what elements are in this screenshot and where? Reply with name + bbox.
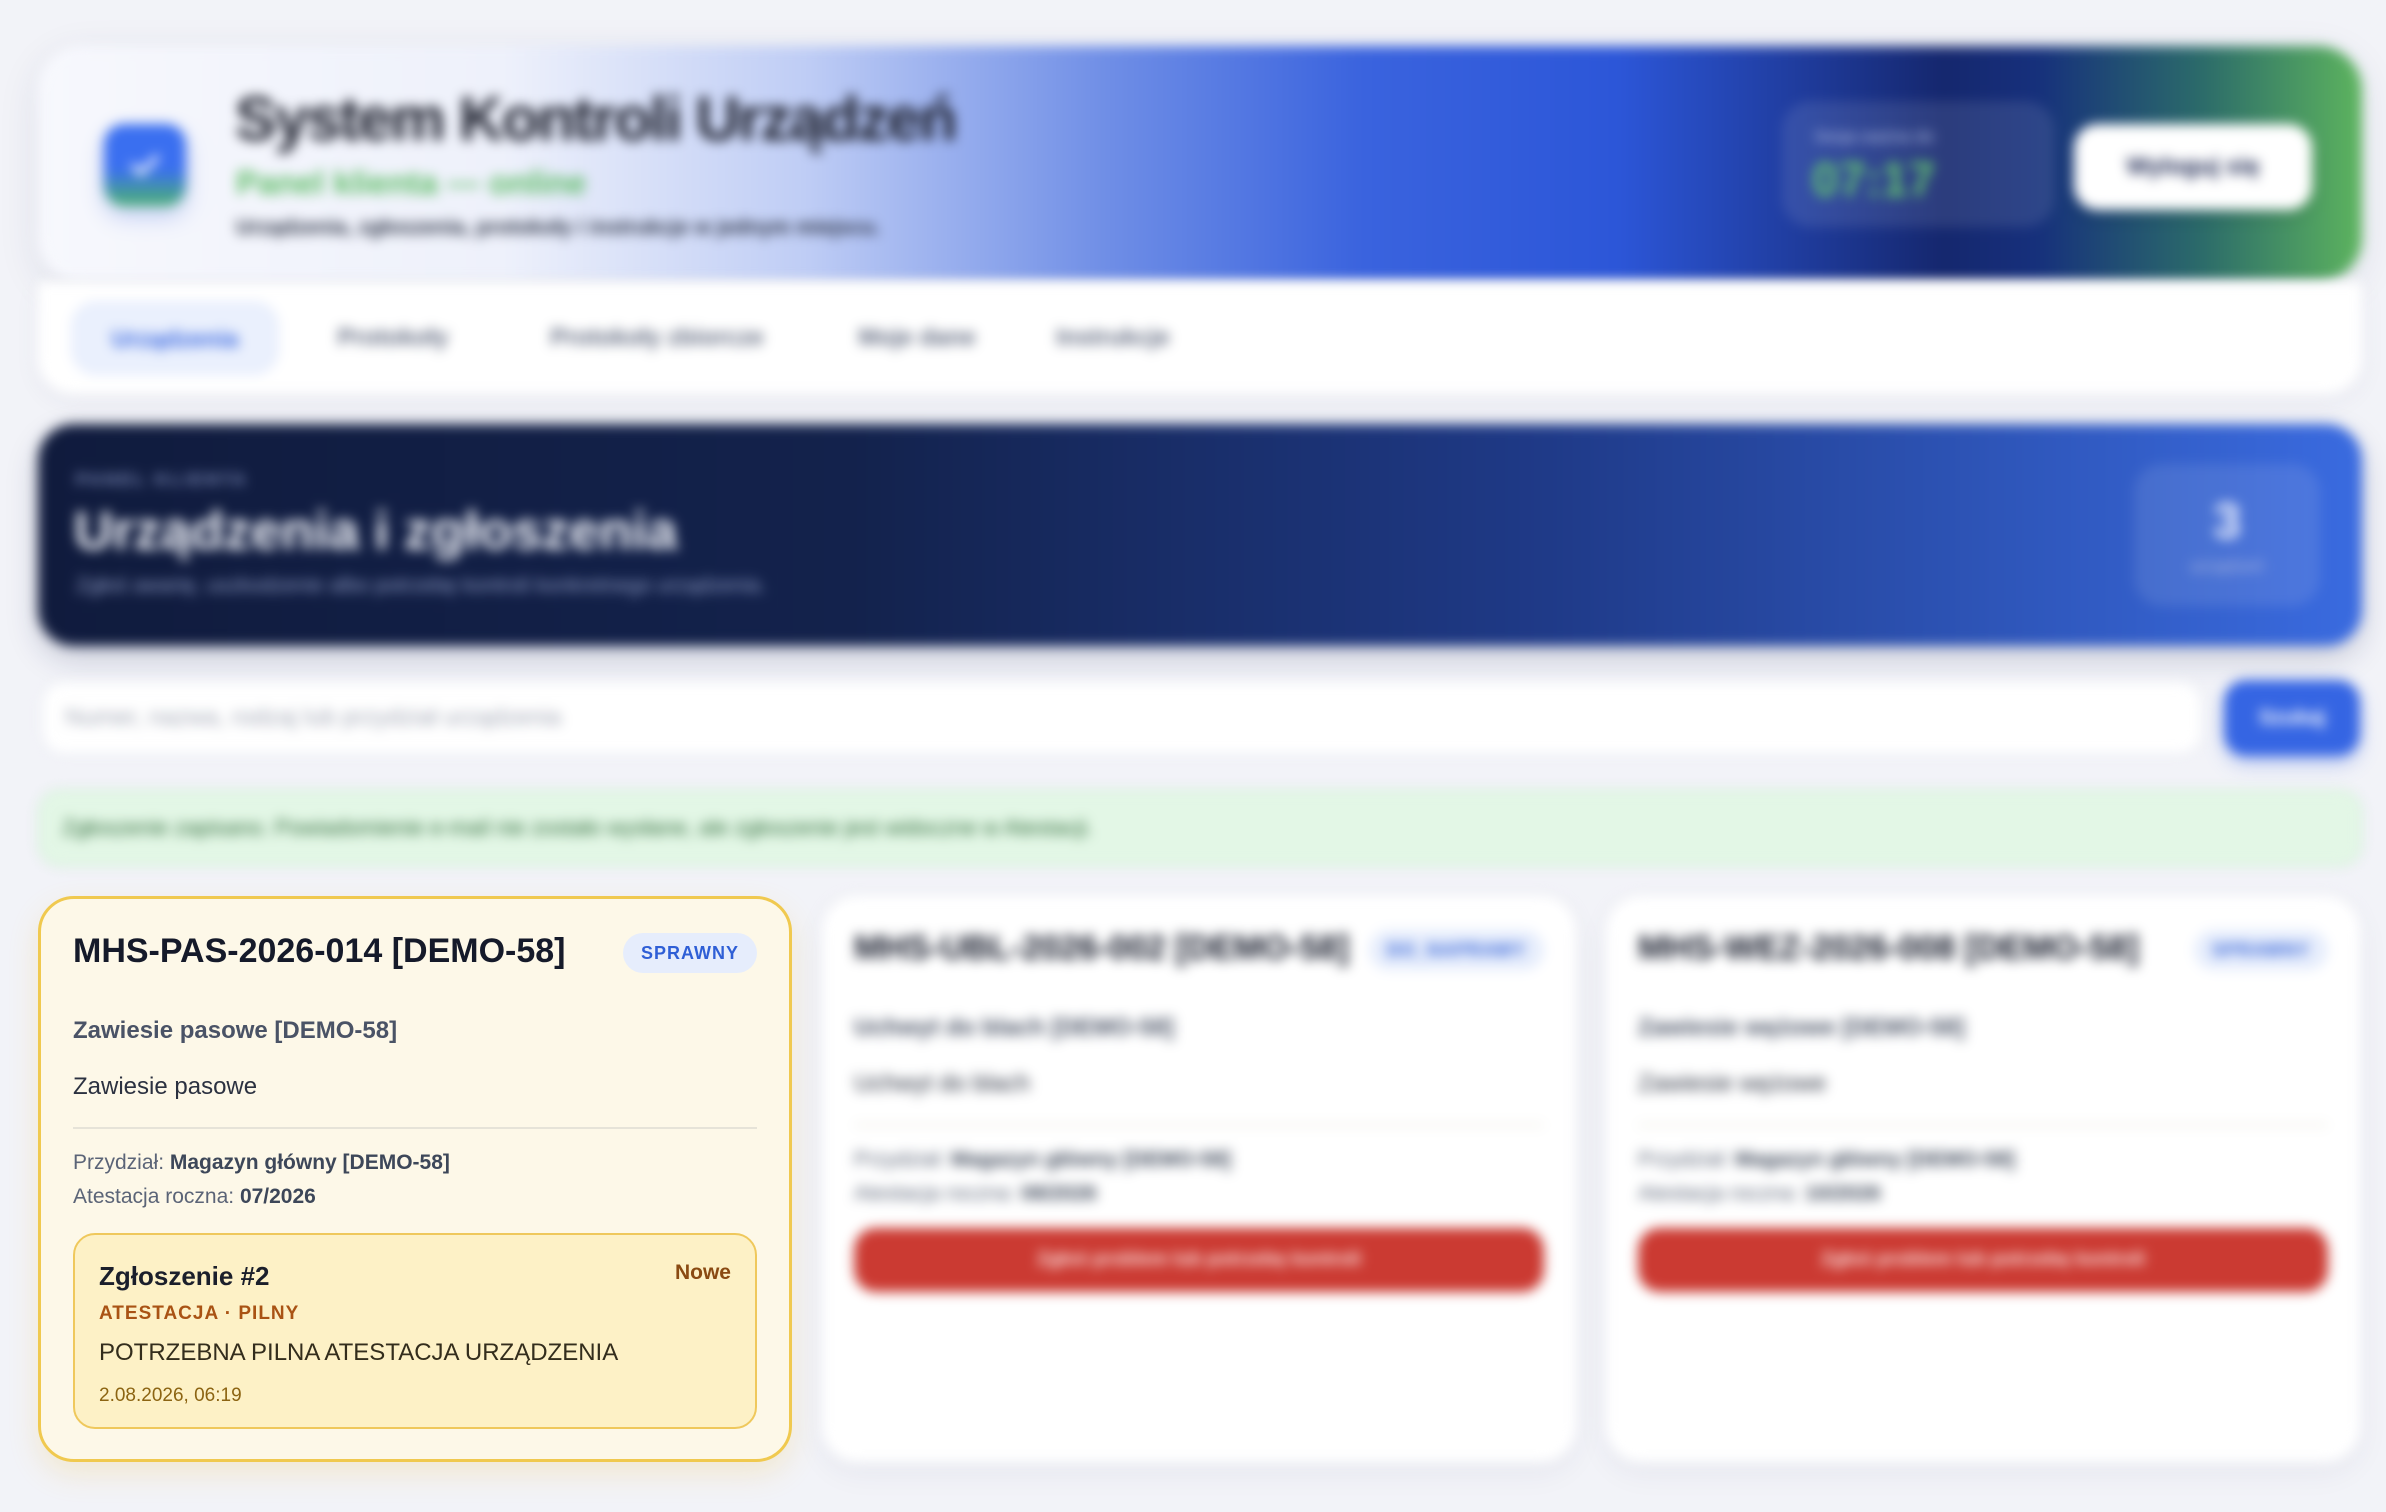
assignment-row: Przydział: Magazyn główny [DEMO-58] bbox=[1638, 1148, 2015, 1172]
device-count-box: 3 urządzeń bbox=[2134, 464, 2320, 606]
device-count: 3 bbox=[2213, 493, 2241, 549]
ticket-tag: ATESTACJA · PILNY bbox=[99, 1303, 300, 1324]
attestation-row: Atestacja roczna: 07/2026 bbox=[73, 1185, 316, 1209]
ticket-description: POTRZEBNA PILNA ATESTACJA URZĄDZENIA bbox=[99, 1339, 619, 1366]
check-icon bbox=[130, 155, 160, 176]
logout-button[interactable]: Wyloguj się bbox=[2074, 124, 2312, 210]
report-problem-button[interactable]: Zgłoś problem lub potrzebę kontroli bbox=[854, 1228, 1544, 1292]
divider bbox=[854, 1124, 1544, 1126]
app-description: Urządzenia, zgłoszenia, protokoły i inst… bbox=[236, 216, 881, 239]
attestation-label: Atestacja roczna: bbox=[1638, 1182, 1800, 1205]
assignment-value: Magazyn główny [DEMO-58] bbox=[169, 1151, 450, 1174]
search-button[interactable]: Szukaj bbox=[2224, 680, 2360, 756]
attestation-row: Atestacja roczna: 08/2026 bbox=[854, 1182, 1097, 1206]
main-nav: Urządzenia Protokoły Protokoły zbiorcze … bbox=[38, 282, 2362, 394]
attestation-label: Atestacja roczna: bbox=[854, 1182, 1016, 1205]
device-card: MHS-WEZ-2026-008 [DEMO-58] SPRAWNY Zawie… bbox=[1606, 896, 2360, 1462]
app-logo bbox=[104, 124, 186, 206]
assignment-label: Przydział: bbox=[854, 1148, 946, 1171]
device-title: MHS-WEZ-2026-008 [DEMO-58] bbox=[1638, 929, 2139, 967]
app-header: System Kontroli Urządzeń Panel klienta —… bbox=[38, 46, 2362, 282]
success-notice: Zgłoszenie zapisano. Powiadomienie e-mai… bbox=[38, 790, 2362, 866]
attestation-value: 10/2026 bbox=[1804, 1182, 1881, 1205]
session-time: 07:17 bbox=[1812, 154, 1935, 207]
device-type: Zawiesie pasowe [DEMO-58] bbox=[73, 1017, 398, 1044]
device-title: MHS-UBL-2026-002 [DEMO-58] bbox=[854, 929, 1349, 967]
assignment-value: Magazyn główny [DEMO-58] bbox=[1734, 1148, 2015, 1171]
status-badge: SPRAWNY bbox=[2193, 930, 2328, 970]
app-title: System Kontroli Urządzeń bbox=[235, 85, 957, 154]
attestation-value: 08/2026 bbox=[1020, 1182, 1097, 1205]
attestation-value: 07/2026 bbox=[239, 1185, 316, 1208]
hero-banner: PANEL KLIENTA Urządzenia i zgłoszenia Zg… bbox=[38, 424, 2362, 646]
device-kind: Zawiesie pasowe bbox=[73, 1073, 258, 1100]
search-input[interactable] bbox=[42, 682, 2202, 754]
device-count-label: urządzeń bbox=[2189, 556, 2265, 576]
ticket-status: Nowe bbox=[674, 1261, 731, 1284]
ticket-date: 2.08.2026, 06:19 bbox=[99, 1385, 242, 1406]
tab-protokoly-zbiorcze[interactable]: Protokoły zbiorcze bbox=[512, 302, 802, 374]
session-timer: Sesja ważna do 07:17 bbox=[1783, 102, 2053, 226]
ticket-title: Zgłoszenie #2 bbox=[99, 1261, 270, 1291]
attestation-label: Atestacja roczna: bbox=[73, 1185, 235, 1208]
status-badge: SPRAWNY bbox=[622, 933, 757, 973]
assignment-label: Przydział: bbox=[73, 1151, 165, 1174]
app-subtitle: Panel klienta — online bbox=[236, 164, 587, 201]
divider bbox=[73, 1127, 757, 1129]
hero-title: Urządzenia i zgłoszenia bbox=[74, 501, 678, 561]
tab-moje-dane[interactable]: Moje dane bbox=[832, 302, 1002, 374]
assignment-row: Przydział: Magazyn główny [DEMO-58] bbox=[73, 1151, 450, 1175]
device-type: Uchwyt do blach [DEMO-58] bbox=[854, 1014, 1175, 1041]
attestation-row: Atestacja roczna: 10/2026 bbox=[1638, 1182, 1881, 1206]
device-card: MHS-PAS-2026-014 [DEMO-58] SPRAWNY Zawie… bbox=[38, 896, 792, 1462]
device-kind: Zawiesie wężowe bbox=[1638, 1070, 1827, 1097]
device-type: Zawiesie wężowe [DEMO-58] bbox=[1638, 1014, 1965, 1041]
device-kind: Uchwyt do blach bbox=[854, 1070, 1031, 1097]
report-problem-button[interactable]: Zgłoś problem lub potrzebę kontroli bbox=[1638, 1228, 2328, 1292]
assignment-row: Przydział: Magazyn główny [DEMO-58] bbox=[854, 1148, 1231, 1172]
ticket-card[interactable]: Zgłoszenie #2 Nowe ATESTACJA · PILNY POT… bbox=[73, 1233, 757, 1429]
assignment-value: Magazyn główny [DEMO-58] bbox=[950, 1148, 1231, 1171]
device-card: MHS-UBL-2026-002 [DEMO-58] DO_NAPRAWY Uc… bbox=[822, 896, 1576, 1462]
hero-eyebrow: PANEL KLIENTA bbox=[76, 470, 249, 489]
device-title: MHS-PAS-2026-014 [DEMO-58] bbox=[73, 932, 566, 970]
status-badge: DO_NAPRAWY bbox=[1368, 930, 1544, 970]
divider bbox=[1638, 1124, 2328, 1126]
hero-description: Zgłoś awarię, uszkodzenie albo potrzebę … bbox=[76, 574, 766, 597]
assignment-label: Przydział: bbox=[1638, 1148, 1730, 1171]
tab-instrukcje[interactable]: Instrukcje bbox=[1028, 302, 1198, 374]
tab-urzadzenia[interactable]: Urządzenia bbox=[72, 302, 278, 374]
session-label: Sesja ważna do bbox=[1814, 127, 1935, 146]
tab-protokoly[interactable]: Protokoły bbox=[308, 302, 478, 374]
